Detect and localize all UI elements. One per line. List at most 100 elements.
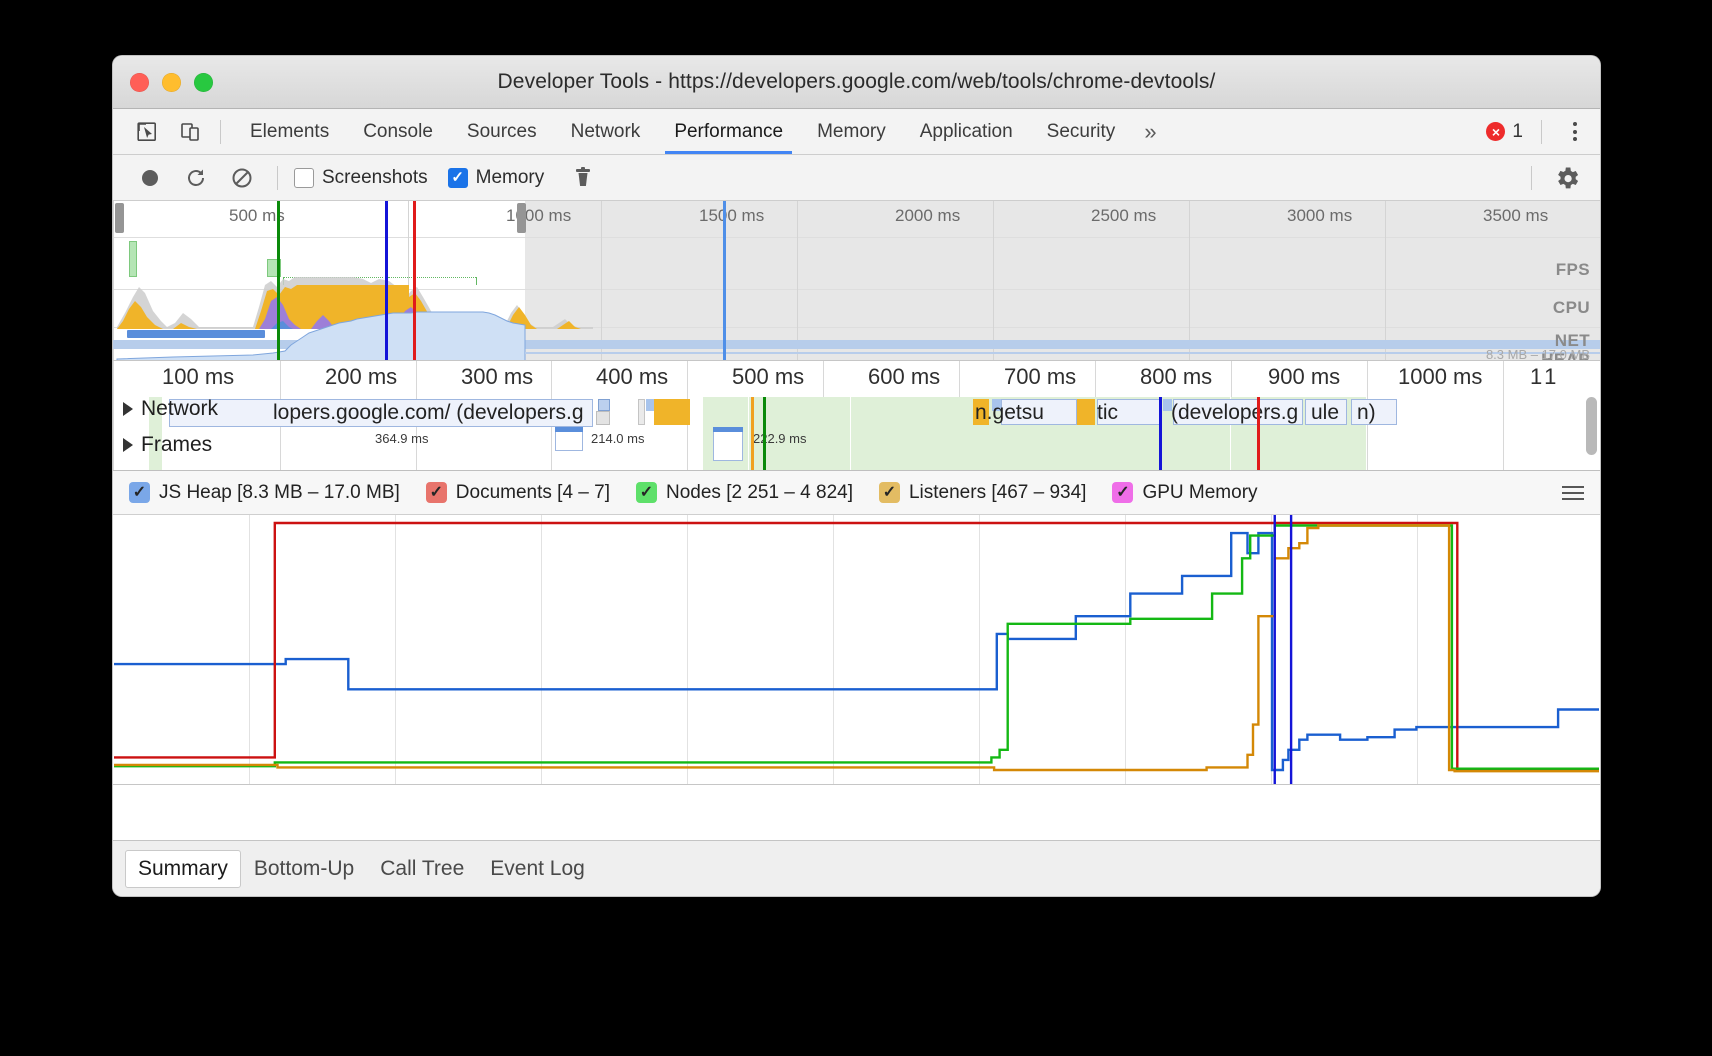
memory-label: Memory xyxy=(476,167,545,189)
tab-elements[interactable]: Elements xyxy=(233,109,346,154)
memory-checkbox[interactable] xyxy=(448,168,468,188)
tab-call-tree[interactable]: Call Tree xyxy=(367,850,477,888)
legend-item-js-heap[interactable]: ✓ JS Heap [8.3 MB – 17.0 MB] xyxy=(129,482,400,504)
track-network-label: Network xyxy=(141,397,218,421)
flame-tick-label-100: 100 ms xyxy=(162,364,234,390)
flame-tick-label-700: 700 ms xyxy=(1004,364,1076,390)
tab-memory[interactable]: Memory xyxy=(800,109,903,154)
js-heap-checkbox[interactable]: ✓ xyxy=(129,482,150,503)
tab-security[interactable]: Security xyxy=(1030,109,1133,154)
maximize-window-button[interactable] xyxy=(194,73,213,92)
window-titlebar: Developer Tools - https://developers.goo… xyxy=(113,56,1600,109)
right-divider xyxy=(1541,120,1542,144)
error-icon: × xyxy=(1486,122,1505,141)
more-tabs-button[interactable]: » xyxy=(1132,109,1168,154)
gpu-memory-label: GPU Memory xyxy=(1142,482,1257,504)
network-request-bar[interactable] xyxy=(598,399,610,411)
trash-icon[interactable] xyxy=(564,159,602,197)
flame-tick-label-800: 800 ms xyxy=(1140,364,1212,390)
hamburger-menu-icon[interactable] xyxy=(1562,486,1584,500)
flame-tick-label-200: 200 ms xyxy=(325,364,397,390)
timeline-overview[interactable]: 500 ms 1000 ms 1500 ms 2000 ms 2500 ms 3… xyxy=(113,201,1600,361)
tab-summary[interactable]: Summary xyxy=(125,850,241,888)
listeners-checkbox[interactable]: ✓ xyxy=(879,482,900,503)
memory-counters-chart[interactable] xyxy=(113,515,1600,785)
memory-checkbox-row[interactable]: Memory xyxy=(448,167,545,189)
toolbar-divider xyxy=(277,166,278,190)
overview-marker-blue xyxy=(385,201,388,360)
window-title: Developer Tools - https://developers.goo… xyxy=(113,70,1600,94)
tab-performance[interactable]: Performance xyxy=(657,109,800,154)
overview-lane-fps: FPS xyxy=(1556,260,1590,280)
settings-button[interactable] xyxy=(1515,155,1586,200)
network-request-bar[interactable] xyxy=(596,411,610,425)
tab-sources[interactable]: Sources xyxy=(450,109,554,154)
memory-series-js-heap xyxy=(114,533,1599,770)
network-request-label-6: n) xyxy=(1357,401,1376,425)
track-frames[interactable]: Frames xyxy=(123,433,212,457)
frame-duration-label: 222.9 ms xyxy=(753,431,806,446)
overview-selection-handle-right[interactable] xyxy=(517,203,526,233)
screenshots-label: Screenshots xyxy=(322,167,428,189)
tab-bottom-up[interactable]: Bottom-Up xyxy=(241,850,367,888)
record-circle-icon[interactable] xyxy=(131,159,169,197)
overview-selection-handle-left[interactable] xyxy=(115,203,124,233)
expand-triangle-icon[interactable] xyxy=(123,438,133,452)
error-badge[interactable]: × 1 xyxy=(1486,121,1523,143)
legend-item-listeners[interactable]: ✓ Listeners [467 – 934] xyxy=(879,482,1086,504)
overview-lane-cpu: CPU xyxy=(1553,298,1590,318)
flame-tick-label-300: 300 ms xyxy=(461,364,533,390)
legend-item-nodes[interactable]: ✓ Nodes [2 251 – 4 824] xyxy=(636,482,853,504)
flame-tick-label-600: 600 ms xyxy=(868,364,940,390)
network-request-label-4: (developers.g xyxy=(1171,401,1298,425)
documents-checkbox[interactable]: ✓ xyxy=(426,482,447,503)
gpu-memory-checkbox[interactable]: ✓ xyxy=(1112,482,1133,503)
kebab-menu-icon[interactable] xyxy=(1560,115,1590,149)
network-event-block[interactable] xyxy=(654,399,690,425)
devtools-tabbar: Elements Console Sources Network Perform… xyxy=(113,109,1600,155)
network-event-block[interactable] xyxy=(1077,399,1095,425)
tabbar-divider xyxy=(220,120,221,144)
frame-thumbnail[interactable] xyxy=(713,427,743,461)
network-request-label-5: ule xyxy=(1311,401,1339,425)
track-frames-label: Frames xyxy=(141,433,212,457)
tab-console[interactable]: Console xyxy=(346,109,450,154)
flamechart-area[interactable]: 100 ms 200 ms 300 ms 400 ms 500 ms 600 m… xyxy=(113,361,1600,471)
close-window-button[interactable] xyxy=(130,73,149,92)
flame-tick-label-500: 500 ms xyxy=(732,364,804,390)
frame-duration-label: 214.0 ms xyxy=(591,431,644,446)
memory-series-svg xyxy=(113,515,1600,785)
tabbar-right-controls: × 1 xyxy=(1486,109,1590,154)
nodes-label: Nodes [2 251 – 4 824] xyxy=(666,482,853,504)
screenshots-checkbox-row[interactable]: Screenshots xyxy=(294,167,428,189)
performance-toolbar: Screenshots Memory xyxy=(113,155,1600,201)
screenshots-checkbox[interactable] xyxy=(294,168,314,188)
device-toggle-icon[interactable] xyxy=(174,115,208,149)
overview-marker-red xyxy=(413,201,416,360)
tab-application[interactable]: Application xyxy=(903,109,1030,154)
gear-divider xyxy=(1531,166,1532,190)
listeners-label: Listeners [467 – 934] xyxy=(909,482,1086,504)
expand-triangle-icon[interactable] xyxy=(123,402,133,416)
minimize-window-button[interactable] xyxy=(162,73,181,92)
gear-icon[interactable] xyxy=(1548,159,1586,197)
traffic-lights xyxy=(130,73,213,92)
network-event-block[interactable] xyxy=(638,399,645,425)
tab-event-log[interactable]: Event Log xyxy=(477,850,598,888)
memory-series-listeners xyxy=(114,526,1599,772)
overview-heap-chart xyxy=(113,201,1600,361)
flame-tick-label-1000: 1000 ms xyxy=(1398,364,1482,390)
legend-item-gpu-memory[interactable]: ✓ GPU Memory xyxy=(1112,482,1257,504)
flame-tick-label-1100: 1 1 xyxy=(1530,364,1556,390)
flame-tick: 1 1 xyxy=(1503,361,1504,470)
legend-item-documents[interactable]: ✓ Documents [4 – 7] xyxy=(426,482,610,504)
flamechart-scrollbar[interactable] xyxy=(1586,397,1597,455)
track-network[interactable]: Network xyxy=(123,397,218,421)
inspect-icon[interactable] xyxy=(130,115,164,149)
devtools-window: Developer Tools - https://developers.goo… xyxy=(113,56,1600,896)
screenshot-root: Developer Tools - https://developers.goo… xyxy=(0,0,1712,1056)
clear-prohibited-icon[interactable] xyxy=(223,159,261,197)
nodes-checkbox[interactable]: ✓ xyxy=(636,482,657,503)
tab-network[interactable]: Network xyxy=(554,109,658,154)
reload-record-icon[interactable] xyxy=(177,159,215,197)
